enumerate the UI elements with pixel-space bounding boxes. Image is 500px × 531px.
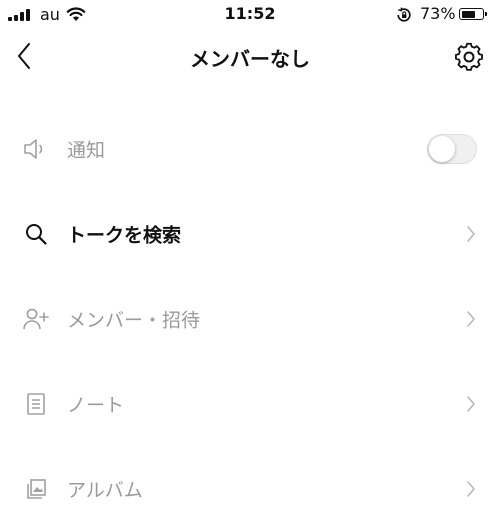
menu-item-label: メンバー・招待 (67, 309, 201, 331)
menu-item-label: トークを検索 (67, 224, 182, 246)
speaker-icon (22, 135, 50, 163)
menu-list: 通知 トークを検索 メンバー・招待 ノート アルバム (0, 106, 500, 531)
search-icon (22, 220, 50, 248)
menu-item-label: ノート (67, 394, 125, 416)
notification-toggle[interactable] (427, 133, 477, 164)
menu-item-album[interactable]: アルバム (0, 446, 500, 531)
chevron-right-icon (464, 225, 478, 243)
menu-item-label: アルバム (67, 479, 143, 501)
note-icon (22, 390, 50, 418)
chevron-right-icon (464, 310, 478, 328)
menu-item-notifications[interactable]: 通知 (0, 106, 500, 191)
settings-button[interactable] (450, 38, 488, 76)
album-icon (22, 475, 50, 503)
menu-item-members-invite[interactable]: メンバー・招待 (0, 276, 500, 361)
page-title: メンバーなし (190, 47, 310, 71)
menu-item-notes[interactable]: ノート (0, 361, 500, 446)
chevron-right-icon (464, 480, 478, 498)
menu-item-label: 通知 (67, 139, 106, 161)
battery-icon (459, 8, 487, 20)
toggle-knob (429, 135, 455, 162)
header: メンバーなし (0, 30, 500, 86)
rotation-lock-icon (395, 6, 413, 28)
chevron-right-icon (464, 395, 478, 413)
status-bar: au 11:52 73% (0, 0, 500, 30)
menu-item-search-talk[interactable]: トークを検索 (0, 191, 500, 276)
battery-percent: 73% (420, 4, 456, 23)
gear-icon (455, 42, 483, 71)
add-user-icon (22, 305, 50, 333)
